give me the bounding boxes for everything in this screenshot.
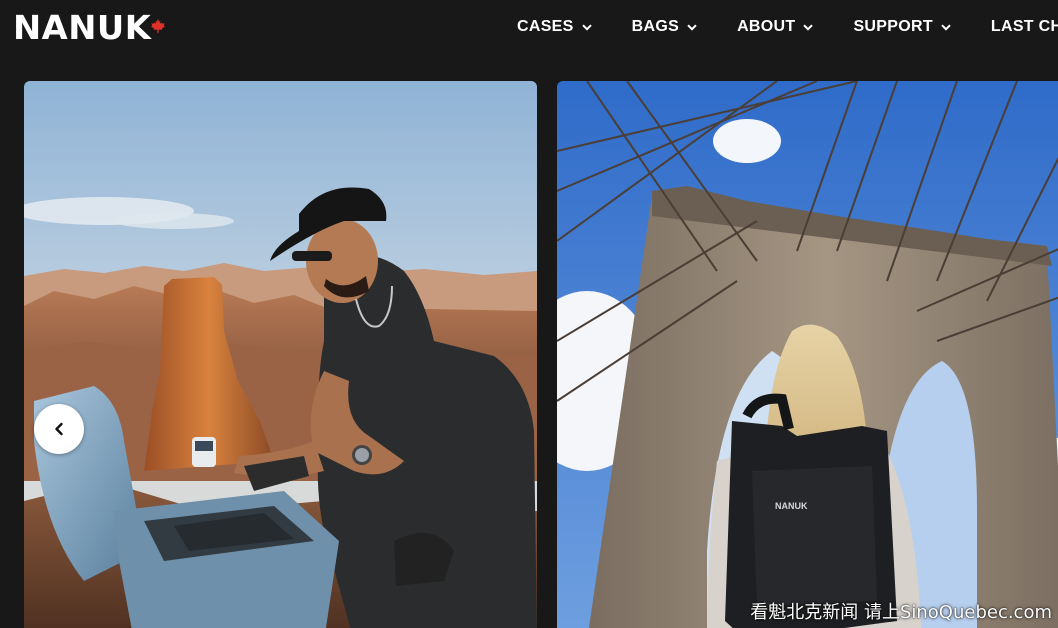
nav-item-about[interactable]: ABOUT	[737, 18, 814, 36]
watermark-text: 看魁北克新闻 请上SinoQuebec.com	[750, 602, 1052, 623]
nav-label: SUPPORT	[853, 18, 933, 35]
nav-item-support[interactable]: SUPPORT	[853, 18, 951, 36]
nav-item-last-chance[interactable]: LAST CH	[991, 18, 1058, 36]
nav-item-cases[interactable]: CASES	[517, 18, 592, 36]
carousel-prev-button[interactable]	[34, 404, 84, 454]
chevron-down-icon	[687, 23, 697, 31]
nanuk-logo[interactable]: NANUK	[13, 11, 166, 45]
carousel-slide-drone[interactable]	[24, 81, 537, 628]
nav-label: CASES	[517, 18, 574, 35]
main-nav: CASES BAGS ABOUT SUPPORT LAST CH	[517, 18, 1058, 36]
site-header: NANUK CASES BAGS ABOUT SUPPORT LAST CH	[0, 0, 1058, 56]
chevron-down-icon	[803, 23, 814, 31]
woman-backpack-bridge-photo: NANUK	[557, 81, 1058, 628]
nav-label: ABOUT	[737, 18, 796, 35]
nav-item-bags[interactable]: BAGS	[632, 18, 697, 36]
chevron-down-icon	[581, 23, 592, 31]
logo-text: NANUK	[13, 8, 152, 47]
chevron-left-icon	[55, 422, 63, 436]
page: NANUK CASES BAGS ABOUT SUPPORT LAST CH N…	[0, 0, 1058, 628]
man-drone-canyon-photo	[24, 81, 537, 628]
nav-label: BAGS	[631, 18, 680, 35]
nav-label: LAST CH	[990, 18, 1058, 35]
maple-leaf-icon	[150, 18, 165, 34]
chevron-down-icon	[941, 23, 951, 31]
backpack-brand-label: NANUK	[775, 501, 808, 511]
carousel-slide-bridge[interactable]: NANUK	[557, 81, 1058, 628]
